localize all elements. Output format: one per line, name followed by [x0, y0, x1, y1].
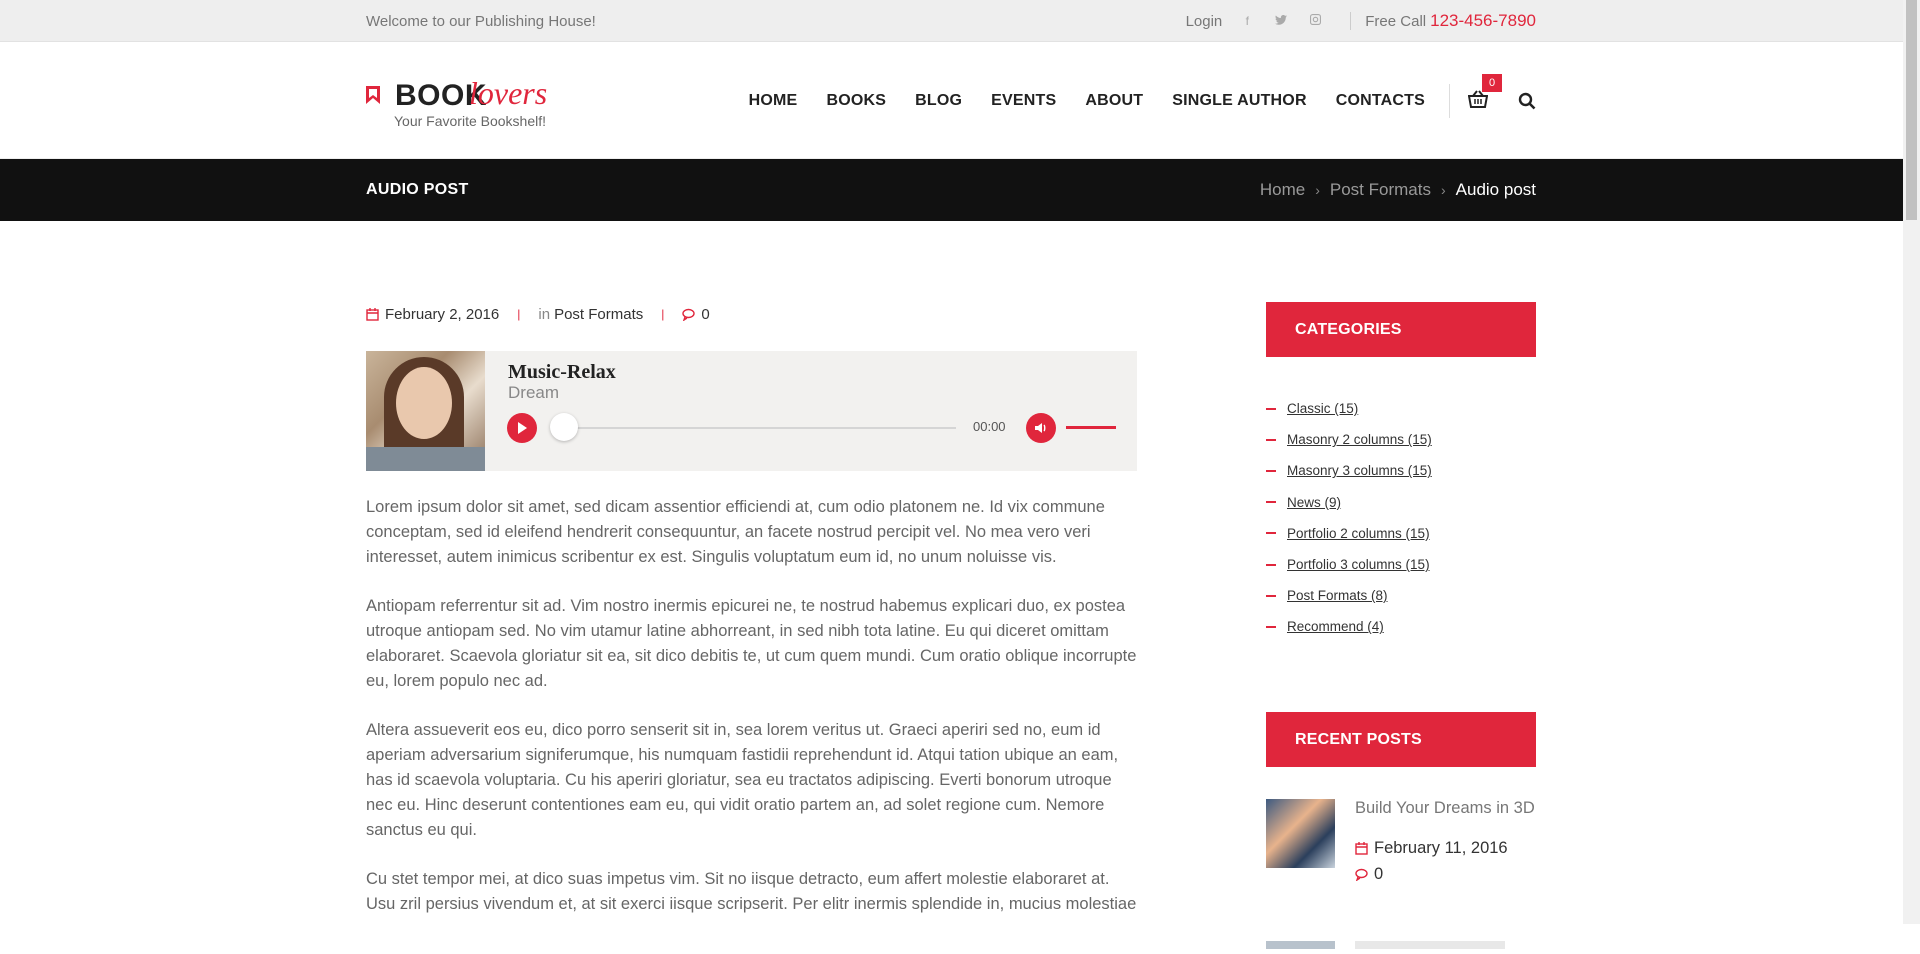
cart-button[interactable]: 0	[1467, 73, 1502, 112]
login-link[interactable]: Login	[1186, 13, 1223, 30]
nav-home[interactable]: HOME	[749, 92, 798, 110]
nav-divider	[1449, 83, 1450, 118]
logo-lovers: lovers	[469, 74, 548, 111]
recent-post-item: Build Your Dreams in 3D February 11, 201…	[1266, 798, 1536, 883]
category-item[interactable]: Portfolio 2 columns (15)	[1266, 518, 1536, 549]
track-artist: Dream	[508, 383, 560, 402]
post-comment-count[interactable]: 0	[701, 306, 709, 323]
progress-handle[interactable]	[550, 413, 578, 441]
album-cover-image	[366, 351, 485, 471]
nav-contacts[interactable]: CONTACTS	[1336, 92, 1425, 110]
track-title: Music-Relax	[508, 361, 616, 383]
dash-icon	[1266, 563, 1276, 566]
meta-divider: |	[517, 307, 521, 321]
facebook-icon[interactable]: f	[1240, 14, 1254, 28]
category-item[interactable]: Masonry 3 columns (15)	[1266, 455, 1536, 486]
search-icon[interactable]	[1518, 92, 1536, 110]
sidebar: CATEGORIES Classic (15) Masonry 2 column…	[1266, 302, 1536, 949]
top-bar-right: Login f Free Call 123-456-7890	[1186, 11, 1536, 31]
audio-player: Music-Relax Dream 00:00	[366, 351, 1137, 471]
phone-number[interactable]: 123-456-7890	[1430, 11, 1536, 31]
category-item[interactable]: Recommend (4)	[1266, 611, 1536, 642]
speaker-icon	[1035, 423, 1046, 433]
volume-slider[interactable]	[1066, 426, 1116, 429]
dash-icon	[1266, 501, 1276, 504]
main-nav: HOME BOOKS BLOG EVENTS ABOUT SINGLE AUTH…	[720, 73, 1536, 118]
recent-post-comments: 0	[1355, 865, 1383, 884]
breadcrumb-current: Audio post	[1455, 180, 1536, 199]
paragraph: Lorem ipsum dolor sit amet, sed dicam as…	[366, 498, 1105, 566]
site-logo[interactable]: BOOK lovers Your Favorite Bookshelf!	[366, 71, 566, 131]
categories-list: Classic (15) Masonry 2 columns (15) Maso…	[1266, 393, 1536, 643]
post-content: February 2, 2016 | in Post Formats | 0 M…	[366, 302, 1137, 917]
category-item[interactable]: Portfolio 3 columns (15)	[1266, 549, 1536, 580]
paragraph: Antiopam referrentur sit ad. Vim nostro …	[366, 597, 1137, 690]
categories-widget-title: CATEGORIES	[1266, 302, 1536, 357]
recent-post-title[interactable]: Build Your Dreams in 3D	[1355, 799, 1535, 818]
breadcrumb-home[interactable]: Home	[1260, 180, 1305, 200]
dash-icon	[1266, 438, 1276, 441]
play-icon	[518, 422, 527, 434]
play-button[interactable]	[507, 413, 537, 443]
calendar-icon	[366, 307, 379, 321]
nav-books[interactable]: BOOKS	[826, 92, 886, 110]
page-title-bar: AUDIO POST Home › Post Formats › Audio p…	[0, 159, 1920, 221]
dash-icon	[1266, 407, 1276, 410]
dash-icon	[1266, 625, 1276, 628]
page-title: AUDIO POST	[366, 181, 469, 198]
scrollbar-thumb[interactable]	[1906, 0, 1917, 220]
volume-button[interactable]	[1026, 413, 1056, 443]
recent-post-thumbnail[interactable]	[1266, 940, 1335, 949]
dash-icon	[1266, 469, 1276, 472]
track-time: 00:00	[973, 419, 1006, 434]
breadcrumb-post-formats[interactable]: Post Formats	[1330, 180, 1431, 200]
page-scrollbar[interactable]	[1903, 0, 1920, 924]
recent-post-thumbnail[interactable]	[1266, 798, 1335, 868]
meta-divider: |	[661, 307, 665, 321]
comments-icon	[682, 308, 696, 321]
cart-count-badge: 0	[1482, 73, 1502, 92]
progress-track[interactable]	[566, 427, 956, 429]
breadcrumb: Home › Post Formats › Audio post	[1260, 180, 1536, 200]
post-date[interactable]: February 2, 2016	[385, 306, 499, 323]
recent-posts-widget: RECENT POSTS Build Your Dreams in 3D Feb…	[1266, 711, 1536, 949]
category-item[interactable]: Post Formats (8)	[1266, 580, 1536, 611]
post-meta: February 2, 2016 | in Post Formats | 0	[366, 302, 1137, 326]
category-item[interactable]: Classic (15)	[1266, 393, 1536, 424]
top-bar: Welcome to our Publishing House! Login f…	[0, 0, 1920, 42]
in-label: in	[538, 305, 551, 323]
category-item[interactable]: Masonry 2 columns (15)	[1266, 424, 1536, 455]
free-call-label: Free Call	[1365, 12, 1427, 30]
recent-post-title[interactable]	[1355, 940, 1505, 949]
paragraph: Altera assueverit eos eu, dico porro sen…	[366, 721, 1119, 839]
post-category-link[interactable]: Post Formats	[554, 306, 643, 323]
nav-events[interactable]: EVENTS	[991, 92, 1056, 110]
logo-tagline: Your Favorite Bookshelf!	[394, 112, 547, 129]
instagram-icon[interactable]	[1308, 14, 1322, 28]
recent-post-date: February 11, 2016	[1355, 839, 1508, 858]
chevron-right-icon: ›	[1440, 182, 1446, 198]
category-item[interactable]: News (9)	[1266, 487, 1536, 518]
basket-icon	[1467, 89, 1489, 108]
recent-post-item-partial	[1266, 936, 1536, 949]
nav-single-author[interactable]: SINGLE AUTHOR	[1172, 92, 1306, 110]
chevron-right-icon: ›	[1315, 182, 1320, 198]
nav-about[interactable]: ABOUT	[1085, 92, 1143, 110]
twitter-icon[interactable]	[1274, 14, 1288, 28]
comments-icon	[1355, 868, 1368, 881]
top-divider	[1350, 12, 1352, 30]
site-header: BOOK lovers Your Favorite Bookshelf! HOM…	[0, 42, 1920, 159]
paragraph: Cu stet tempor mei, at dico suas impetus…	[366, 870, 1137, 913]
dash-icon	[1266, 532, 1276, 535]
bookmark-icon	[366, 85, 380, 104]
welcome-text: Welcome to our Publishing House!	[366, 12, 596, 30]
nav-blog[interactable]: BLOG	[915, 92, 962, 110]
recent-posts-widget-title: RECENT POSTS	[1266, 711, 1536, 767]
post-body: Lorem ipsum dolor sit amet, sed dicam as…	[366, 495, 1137, 917]
dash-icon	[1266, 594, 1276, 597]
calendar-icon	[1355, 841, 1368, 855]
